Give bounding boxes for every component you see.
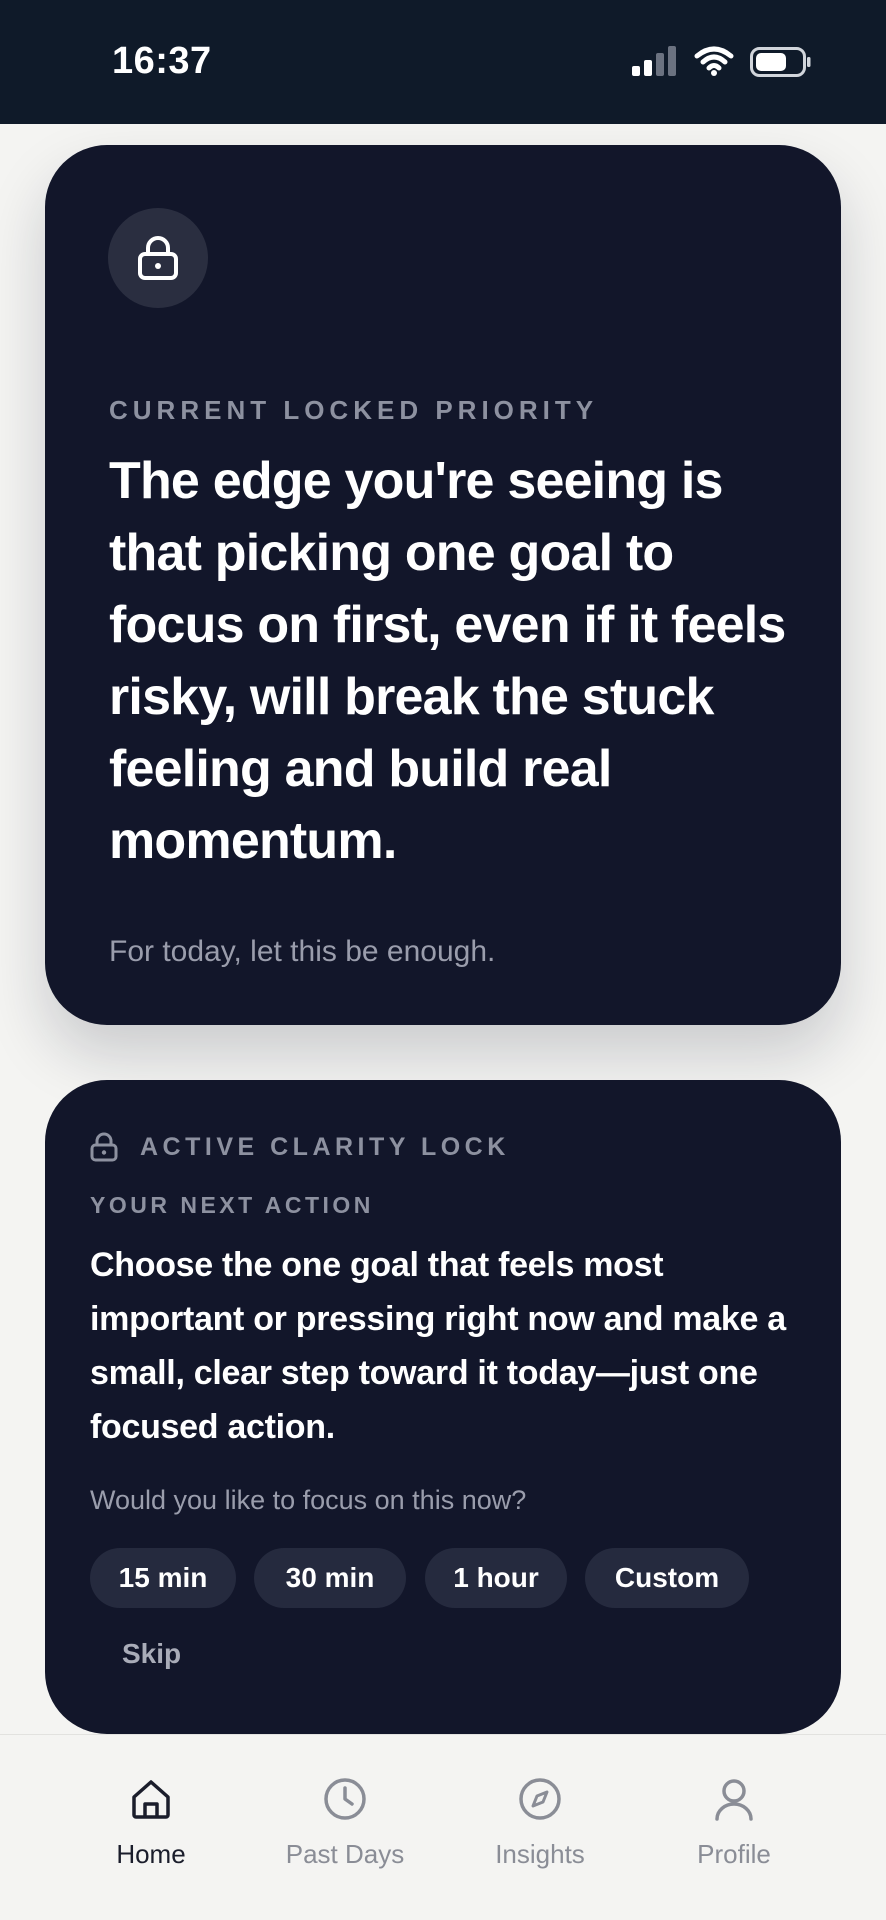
active-clarity-lock-card: ACTIVE CLARITY LOCK YOUR NEXT ACTION Cho… [45,1080,841,1734]
focus-15-min-button[interactable]: 15 min [90,1548,236,1608]
priority-label: CURRENT LOCKED PRIORITY [109,395,599,425]
focus-30-min-button[interactable]: 30 min [254,1548,406,1608]
wifi-icon [694,46,734,76]
battery-icon [750,47,811,77]
person-icon [715,1779,753,1821]
tab-profile[interactable]: Profile [654,1735,814,1920]
content-scroll[interactable]: CURRENT LOCKED PRIORITY The edge you're … [0,124,886,1734]
locked-priority-card: CURRENT LOCKED PRIORITY The edge you're … [45,145,841,1025]
lock-icon [90,1132,118,1162]
status-time: 16:37 [112,40,212,82]
compass-icon [519,1778,561,1820]
lock-badge [108,208,208,308]
priority-subtext: For today, let this be enough. [109,935,496,968]
tab-profile-label: Profile [697,1839,771,1869]
next-action-text: Choose the one goal that feels most impo… [90,1246,786,1446]
tab-bar: Home Past Days Insights Profile [0,1734,886,1920]
tab-home-label: Home [116,1839,186,1869]
priority-text: The edge you're seeing is that picking o… [109,452,786,870]
tab-home[interactable]: Home [71,1735,231,1920]
skip-button[interactable]: Skip [122,1638,181,1670]
status-bar: 16:37 [0,0,886,124]
active-lock-label: ACTIVE CLARITY LOCK [140,1133,510,1161]
tab-insights[interactable]: Insights [460,1735,620,1920]
tab-insights-label: Insights [495,1839,585,1869]
signal-icon [632,46,676,76]
focus-1-hour-button[interactable]: 1 hour [425,1548,567,1608]
home-icon [132,1780,170,1819]
clock-icon [324,1778,366,1820]
focus-question: Would you like to focus on this now? [90,1485,527,1515]
focus-custom-button[interactable]: Custom [585,1548,749,1608]
tab-past-days[interactable]: Past Days [265,1735,425,1920]
next-action-label: YOUR NEXT ACTION [90,1192,374,1218]
lock-icon [138,236,178,280]
tab-past-days-label: Past Days [285,1839,405,1869]
